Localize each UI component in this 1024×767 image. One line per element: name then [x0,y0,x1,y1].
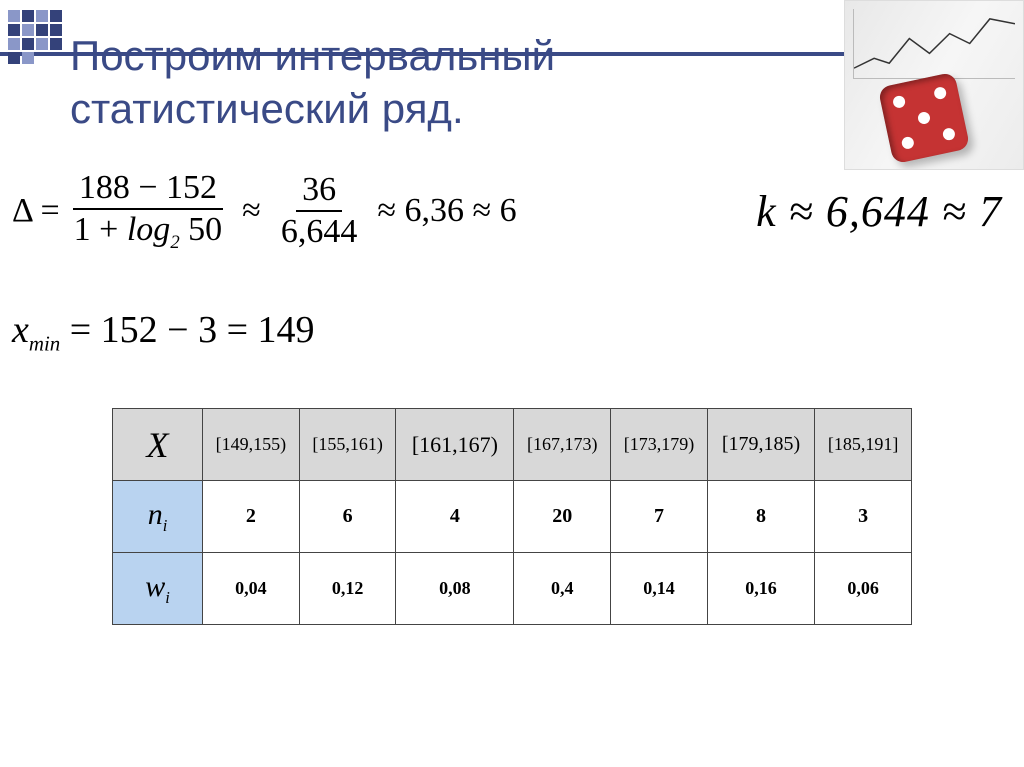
dice-icon [878,72,971,165]
interval-cell: [149,155) [203,409,300,481]
n-cell: 2 [203,481,300,553]
row-header-n: ni [113,481,203,553]
delta-fraction-1: 188 − 152 1 + log2 50 [68,168,228,254]
stock-chart-icon [853,9,1015,79]
delta-fraction-2: 36 6,644 [275,170,364,251]
w-cell: 0,06 [815,553,912,625]
interval-cell: [173,179) [611,409,708,481]
n-cell: 20 [514,481,611,553]
delta-formula-row: Δ = 188 − 152 1 + log2 50 ≈ 36 6,644 ≈ 6… [12,168,1012,254]
w-cell: 0,4 [514,553,611,625]
w-cell: 0,16 [707,553,814,625]
n-cell: 6 [299,481,396,553]
n-cell: 4 [396,481,514,553]
interval-cell: [185,191] [815,409,912,481]
xmin-subscript: min [29,332,60,356]
table-row-intervals: X [149,155) [155,161) [161,167) [167,173… [113,409,912,481]
interval-cell: [155,161) [299,409,396,481]
row-header-X: X [113,409,203,481]
decorative-photo [844,0,1024,170]
approx-sign-1: ≈ [236,192,267,230]
table-row-w: wi 0,04 0,12 0,08 0,4 0,14 0,16 0,06 [113,553,912,625]
k-equation: k ≈ 6,644 ≈ 7 [756,186,1002,237]
delta-equation: Δ = 188 − 152 1 + log2 50 ≈ 36 6,644 ≈ 6… [12,168,523,254]
xmin-equation: xmin = 152 − 3 = 149 [12,308,315,357]
delta-frac2-denominator: 6,644 [275,212,364,252]
slide-title: Построим интервальный статистический ряд… [70,30,830,135]
frequency-table: X [149,155) [155,161) [161,167) [167,173… [112,408,912,625]
n-cell: 8 [707,481,814,553]
frequency-table-wrap: X [149,155) [155,161) [161,167) [167,173… [112,408,912,625]
w-cell: 0,08 [396,553,514,625]
delta-frac1-numerator: 188 − 152 [73,168,223,210]
interval-cell: [167,173) [514,409,611,481]
n-cell: 3 [815,481,912,553]
delta-lhs: Δ = [12,192,60,230]
delta-frac2-numerator: 36 [296,170,342,212]
w-cell: 0,12 [299,553,396,625]
n-cell: 7 [611,481,708,553]
xmin-rhs: = 152 − 3 = 149 [60,309,314,351]
row-header-w: wi [113,553,203,625]
w-cell: 0,04 [203,553,300,625]
table-row-n: ni 2 6 4 20 7 8 3 [113,481,912,553]
xmin-var: x [12,309,29,351]
delta-frac1-denominator: 1 + log2 50 [68,210,228,254]
w-cell: 0,14 [611,553,708,625]
decorative-squares [8,10,62,64]
delta-result: ≈ 6,36 ≈ 6 [371,192,522,230]
interval-cell: [179,185) [707,409,814,481]
interval-cell: [161,167) [396,409,514,481]
